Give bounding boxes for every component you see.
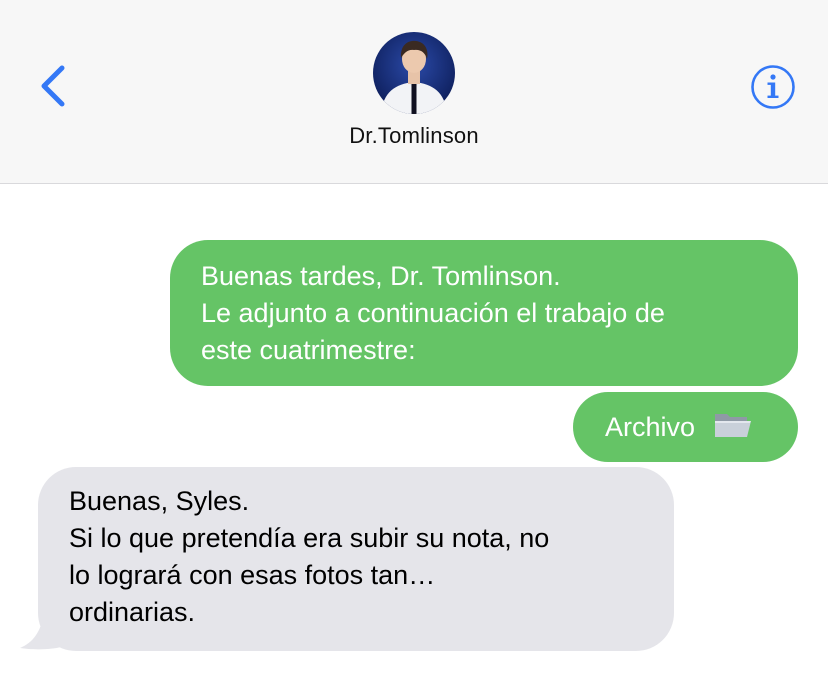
- chat-screen: Dr.Tomlinson Buenas tardes, Dr. Tomlinso…: [0, 0, 828, 680]
- message-bubble-sent[interactable]: Buenas tardes, Dr. Tomlinson. Le adjunto…: [170, 240, 798, 386]
- message-bubble-received[interactable]: Buenas, Syles. Si lo que pretendía era s…: [38, 467, 674, 651]
- message-line: ordinarias.: [69, 597, 196, 627]
- contact-name[interactable]: Dr.Tomlinson: [264, 123, 564, 149]
- message-line: Buenas, Syles.: [69, 486, 250, 516]
- folder-icon: [714, 414, 751, 437]
- message-line: lo logrará con esas fotos tan…: [69, 560, 436, 590]
- chevron-left-icon[interactable]: [28, 60, 76, 112]
- attachment-label: Archivo: [605, 412, 696, 442]
- info-icon[interactable]: [750, 64, 796, 110]
- avatar[interactable]: [373, 32, 455, 114]
- message-line: este cuatrimestre:: [201, 335, 416, 365]
- chat-header: Dr.Tomlinson: [0, 0, 828, 184]
- message-line: Buenas tardes, Dr. Tomlinson.: [201, 261, 561, 291]
- attachment-bubble[interactable]: Archivo: [573, 392, 798, 462]
- message-line: Si lo que pretendía era subir su nota, n…: [69, 523, 550, 553]
- message-line: Le adjunto a continuación el trabajo de: [201, 298, 665, 328]
